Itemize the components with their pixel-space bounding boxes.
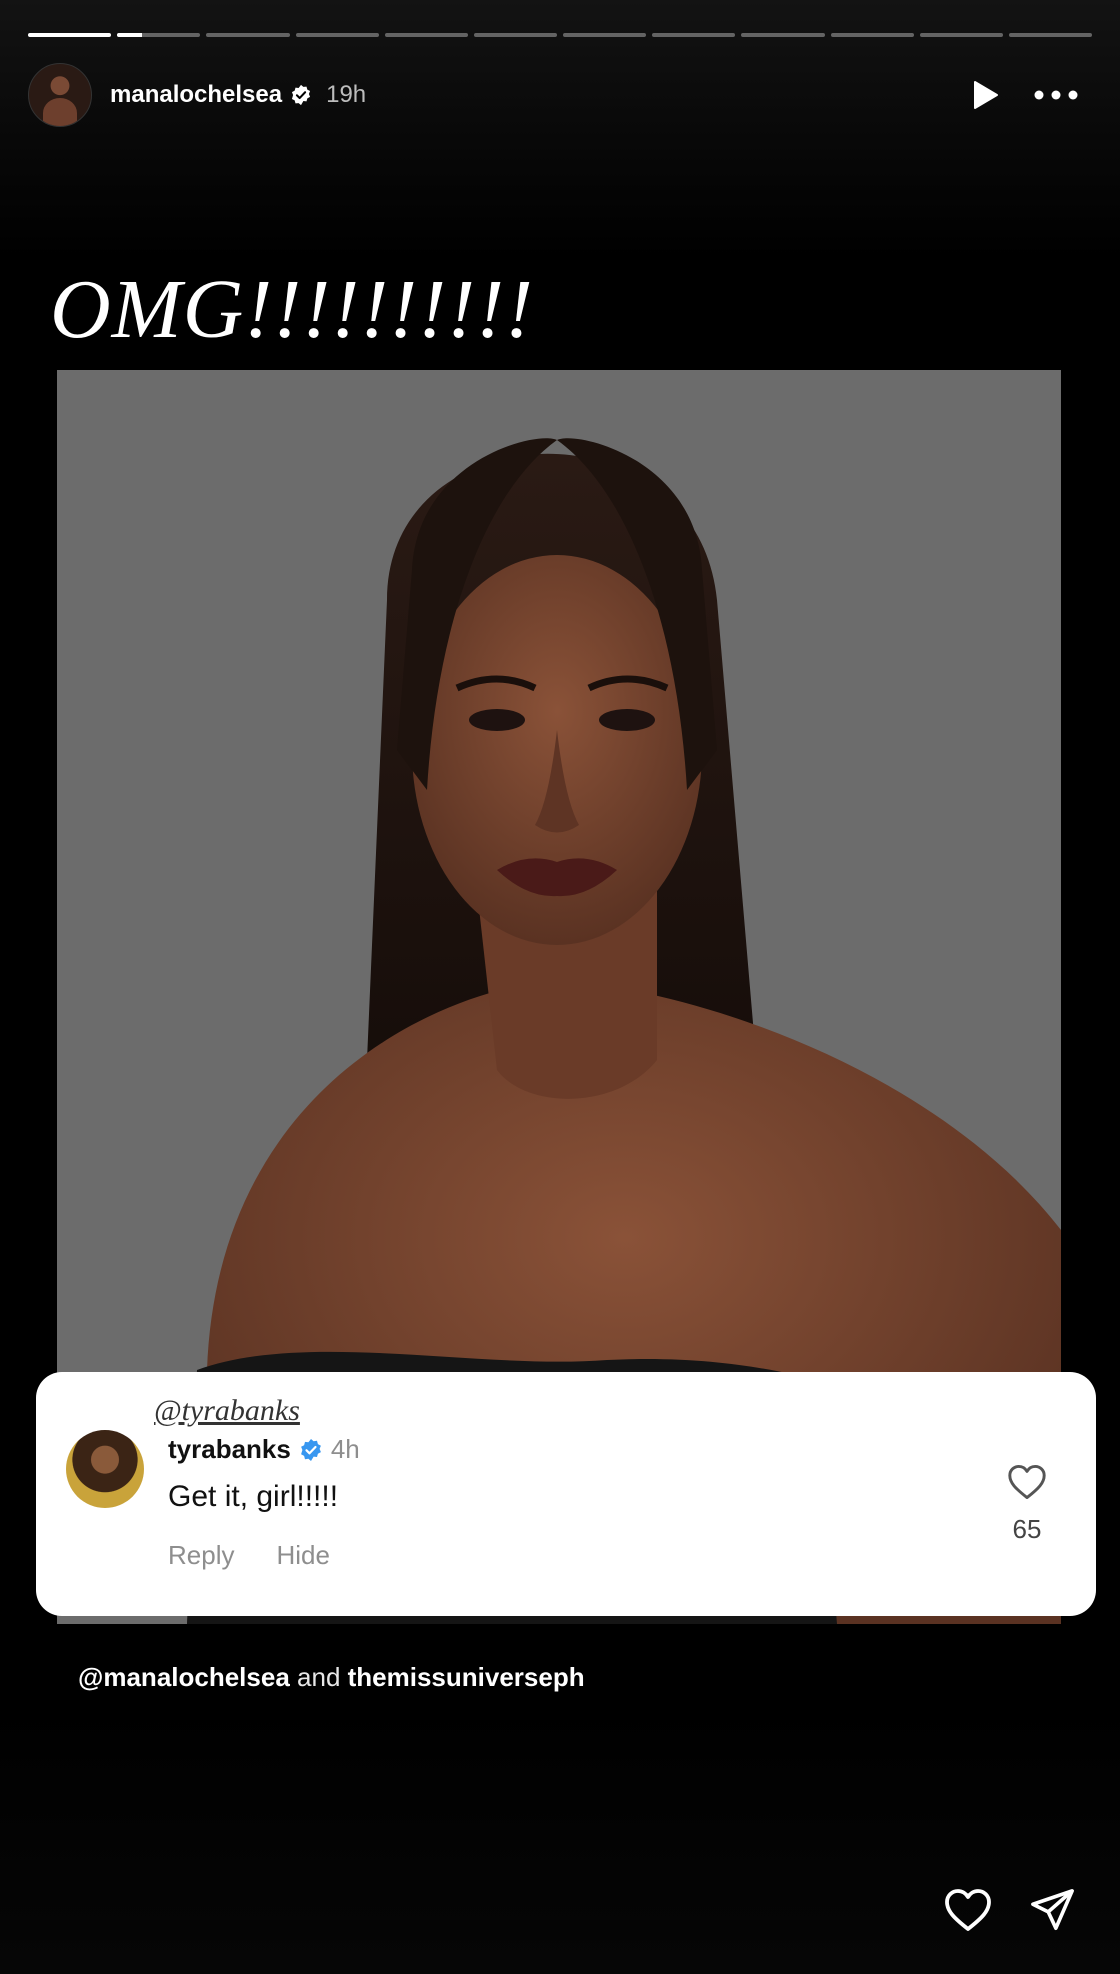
progress-segment (473, 33, 558, 37)
reply-button[interactable]: Reply (168, 1540, 234, 1571)
tagged-user-1[interactable]: @manalochelsea (78, 1662, 290, 1692)
hide-button[interactable]: Hide (276, 1540, 329, 1571)
comment-sticker[interactable]: @tyrabanks tyrabanks 4h Get it, girl!!!!… (36, 1372, 1096, 1616)
comment-avatar[interactable] (66, 1430, 144, 1508)
verified-badge-icon (292, 84, 311, 106)
comment-actions: Reply Hide (168, 1540, 330, 1571)
story-progress-bar (28, 33, 1093, 37)
verified-badge-icon (300, 1438, 321, 1461)
story-text: OMG!!!!!!!!!! (50, 263, 535, 356)
progress-segment (28, 33, 112, 37)
progress-segment (1008, 33, 1093, 37)
comment-like: 65 (1002, 1464, 1052, 1545)
tagline-joiner: and (289, 1662, 348, 1692)
progress-segment (652, 33, 736, 37)
avatar[interactable] (28, 63, 92, 127)
tagged-users: @manalochelsea and themissuniverseph (78, 1662, 585, 1693)
progress-segment (206, 33, 290, 37)
send-icon[interactable] (1030, 1888, 1076, 1932)
comment-time: 4h (330, 1434, 360, 1464)
more-icon[interactable] (1034, 90, 1078, 100)
comment-text: Get it, girl!!!!! (168, 1480, 339, 1513)
comment-user-row: tyrabanks 4h (168, 1434, 360, 1465)
story-username[interactable]: manalochelsea (110, 81, 282, 109)
progress-segment (741, 33, 825, 37)
progress-segment (563, 33, 647, 37)
heart-icon[interactable] (1007, 1464, 1047, 1500)
progress-segment (117, 33, 201, 37)
like-story-icon[interactable] (944, 1888, 992, 1932)
progress-segment (295, 33, 379, 37)
like-count: 65 (1012, 1514, 1042, 1544)
play-icon[interactable] (972, 80, 1000, 110)
mention-text[interactable]: @tyrabanks (154, 1394, 300, 1428)
story-time: 19h (326, 81, 367, 108)
comment-username[interactable]: tyrabanks (168, 1434, 291, 1465)
tagged-user-2[interactable]: themissuniverseph (348, 1662, 585, 1692)
progress-fill (117, 33, 143, 37)
progress-segment (830, 33, 914, 37)
progress-segment (919, 33, 1003, 37)
story-actions (944, 1888, 1076, 1932)
progress-fill (28, 33, 112, 37)
progress-segment (384, 33, 468, 37)
story-header: manalochelsea 19h (28, 62, 1092, 128)
